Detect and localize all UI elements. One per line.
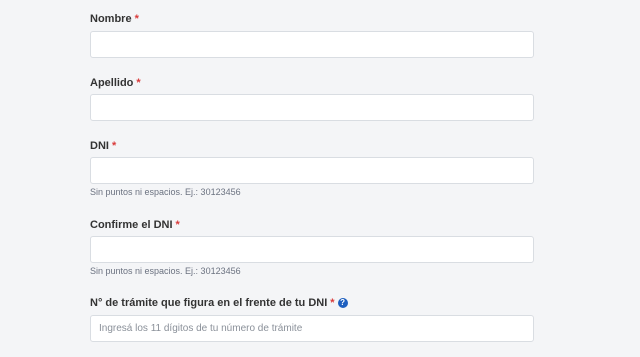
nombre-label-text: Nombre <box>90 13 132 25</box>
dni-label: DNI * <box>90 140 116 153</box>
required-mark: * <box>111 140 117 152</box>
tramite-label: N° de trámite que figura en el frente de… <box>90 297 348 310</box>
tramite-input[interactable] <box>90 315 534 342</box>
apellido-input[interactable] <box>90 94 534 121</box>
dni-input[interactable] <box>90 157 534 184</box>
question-circle-icon[interactable]: ? <box>337 298 348 308</box>
nombre-input[interactable] <box>90 31 534 58</box>
dni-label-text: DNI <box>90 140 109 152</box>
required-mark: * <box>136 77 141 89</box>
confirm-dni-label-text: Confirme el DNI <box>90 219 173 231</box>
required-mark: * <box>330 297 335 309</box>
confirm-dni-hint: Sin puntos ni espacios. Ej.: 30123456 <box>90 266 241 276</box>
confirm-dni-input[interactable] <box>90 236 534 263</box>
apellido-label: Apellido * <box>90 77 141 90</box>
required-mark: * <box>134 13 139 25</box>
required-mark: * <box>175 219 180 231</box>
registration-form: Nombre * Apellido * DNI * Sin puntos ni esp… <box>0 0 640 357</box>
dni-hint: Sin puntos ni espacios. Ej.: 30123456 <box>90 187 241 197</box>
confirm-dni-label: Confirme el DNI * <box>90 219 180 232</box>
tramite-label-text: N° de trámite que figura en el frente de… <box>90 297 328 309</box>
apellido-label-text: Apellido <box>90 77 134 89</box>
nombre-label: Nombre * <box>90 13 139 26</box>
